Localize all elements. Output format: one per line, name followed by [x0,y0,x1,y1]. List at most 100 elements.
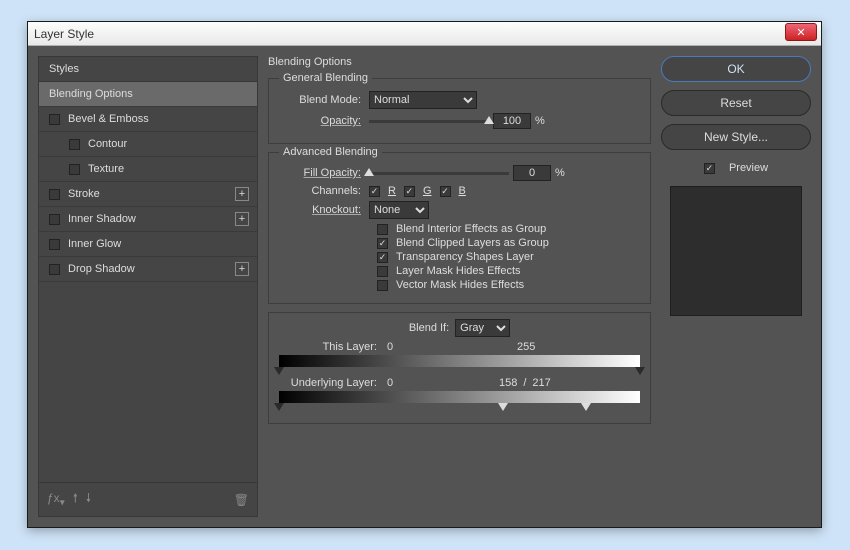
blend-if-group: Blend If: Gray This Layer: 0 255 Unde [268,312,651,424]
advanced-options: Blend Interior Effects as Group Blend Cl… [377,223,640,291]
under-low-value: 0 [387,377,427,389]
checkbox-icon[interactable] [49,114,60,125]
style-item-inner-glow[interactable]: Inner Glow [39,232,257,257]
style-item-blending-options[interactable]: Blending Options [39,82,257,107]
channel-r-checkbox[interactable] [369,186,380,197]
this-layer-label: This Layer: [279,341,387,353]
style-item-texture[interactable]: Texture [39,157,257,182]
styles-panel: Styles Blending Options Bevel & Emboss C… [38,56,258,517]
style-item-stroke[interactable]: Stroke + [39,182,257,207]
move-down-icon[interactable]: 🠗 [86,489,91,510]
knockout-label: Knockout: [279,204,369,216]
opt-label: Vector Mask Hides Effects [396,279,524,291]
opacity-unit: % [535,115,545,127]
checkbox-icon[interactable] [69,164,80,175]
styles-footer: ƒx▾ 🠕 🠗 🗑 [39,482,257,516]
styles-header: Styles [39,57,257,82]
ok-button[interactable]: OK [661,56,811,82]
style-item-label: Inner Glow [68,238,121,250]
general-blending-group: General Blending Blend Mode: Normal Opac… [268,78,651,144]
channel-b-checkbox[interactable] [440,186,451,197]
layer-style-dialog: Layer Style ✕ Styles Blending Options Be… [27,21,822,528]
opacity-label: Opacity: [279,115,369,127]
style-item-drop-shadow[interactable]: Drop Shadow + [39,257,257,282]
style-item-label: Blending Options [49,88,133,100]
dialog-body: Styles Blending Options Bevel & Emboss C… [28,46,821,527]
underlying-label: Underlying Layer: [279,377,387,389]
add-effect-button[interactable]: + [235,212,249,226]
panel-title: Blending Options [268,56,651,68]
checkbox-icon[interactable] [49,264,60,275]
layer-mask-hides-checkbox[interactable] [377,266,388,277]
channel-g-checkbox[interactable] [404,186,415,197]
vector-mask-hides-checkbox[interactable] [377,280,388,291]
channel-r-label: R [388,185,396,197]
checkbox-icon[interactable] [49,189,60,200]
this-layer-gradient[interactable] [279,355,640,367]
titlebar[interactable]: Layer Style ✕ [28,22,821,46]
knockout-select[interactable]: None [369,201,429,219]
style-item-inner-shadow[interactable]: Inner Shadow + [39,207,257,232]
opt-label: Layer Mask Hides Effects [396,265,521,277]
trash-icon[interactable]: 🗑 [234,493,249,507]
style-item-label: Bevel & Emboss [68,113,149,125]
channel-b-label: B [459,185,466,197]
fill-opacity-label: Fill Opacity: [279,167,369,179]
channels-label: Channels: [279,185,369,197]
channel-g-label: G [423,185,432,197]
style-item-label: Texture [88,163,124,175]
style-item-label: Drop Shadow [68,263,135,275]
under-mid-value: 158 [499,377,517,389]
preview-label: Preview [729,162,768,174]
group-legend: General Blending [279,72,372,84]
preview-checkbox[interactable] [704,163,715,174]
opt-label: Blend Clipped Layers as Group [396,237,549,249]
blend-interior-checkbox[interactable] [377,224,388,235]
close-button[interactable]: ✕ [785,23,817,41]
style-item-label: Stroke [68,188,100,200]
add-effect-button[interactable]: + [235,187,249,201]
transparency-shapes-checkbox[interactable] [377,252,388,263]
opt-label: Blend Interior Effects as Group [396,223,546,235]
side-panel: OK Reset New Style... Preview [661,56,811,517]
under-white-split-a[interactable] [498,403,508,411]
blend-clipped-checkbox[interactable] [377,238,388,249]
blend-if-select[interactable]: Gray [455,319,510,337]
underlying-gradient[interactable] [279,391,640,403]
style-item-label: Contour [88,138,127,150]
window-title: Layer Style [34,27,94,41]
move-up-icon[interactable]: 🠕 [73,489,78,510]
style-item-label: Inner Shadow [68,213,136,225]
under-black-slider[interactable] [274,403,284,411]
close-icon: ✕ [796,26,805,39]
this-high-value: 255 [517,341,535,353]
under-high-value: 217 [532,377,550,389]
fill-opacity-unit: % [555,167,565,179]
group-legend: Advanced Blending [279,146,382,158]
new-style-button[interactable]: New Style... [661,124,811,150]
this-black-slider[interactable] [274,367,284,375]
style-item-bevel[interactable]: Bevel & Emboss [39,107,257,132]
blend-mode-label: Blend Mode: [279,94,369,106]
under-sep: / [523,377,526,389]
checkbox-icon[interactable] [69,139,80,150]
fill-opacity-input[interactable] [513,165,551,181]
reset-button[interactable]: Reset [661,90,811,116]
under-white-split-b[interactable] [581,403,591,411]
this-low-value: 0 [387,341,427,353]
fill-opacity-slider[interactable] [369,172,509,175]
add-effect-button[interactable]: + [235,262,249,276]
checkbox-icon[interactable] [49,239,60,250]
checkbox-icon[interactable] [49,214,60,225]
preview-swatch [670,186,802,316]
blend-mode-select[interactable]: Normal [369,91,477,109]
opacity-input[interactable] [493,113,531,129]
fx-menu-icon[interactable]: ƒx▾ [47,491,65,508]
options-panel: Blending Options General Blending Blend … [268,56,651,517]
opacity-slider[interactable] [369,120,489,123]
style-item-contour[interactable]: Contour [39,132,257,157]
advanced-blending-group: Advanced Blending Fill Opacity: % Channe… [268,152,651,304]
this-white-slider[interactable] [635,367,645,375]
blend-if-label: Blend If: [409,322,449,334]
opt-label: Transparency Shapes Layer [396,251,534,263]
